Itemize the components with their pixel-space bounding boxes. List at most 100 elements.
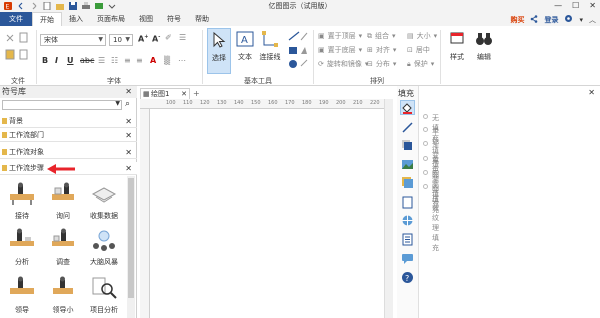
tab-insert[interactable]: 插入 [62, 12, 90, 26]
minimize-button[interactable]: — [554, 1, 562, 10]
font-size-combo[interactable]: 10 ▼ [109, 34, 133, 46]
shape-analysis[interactable]: 分析 [2, 228, 42, 267]
menu-file[interactable]: 文件 [0, 12, 32, 26]
image-icon[interactable] [401, 158, 414, 171]
canvas-scrollbar[interactable] [384, 99, 393, 318]
close-icon[interactable]: ✕ [125, 131, 132, 140]
search-icon[interactable]: ⌕ [125, 99, 130, 109]
bring-front-button[interactable]: ▣ 置于顶层 ▾ [318, 31, 362, 41]
shape-label: 接待 [15, 212, 29, 220]
rotate-flip-button[interactable]: ⟳ 旋转和镜像 ▾ [318, 59, 368, 69]
library-item-label: 背景 [9, 117, 23, 125]
share-icon[interactable] [530, 14, 538, 25]
scrollbar-thumb[interactable] [128, 178, 134, 298]
strikethrough-button[interactable]: abc [80, 56, 94, 65]
line-style-icon[interactable] [401, 121, 414, 134]
close-icon[interactable]: ✕ [125, 148, 132, 157]
edit-button[interactable]: 编辑 [472, 28, 496, 74]
bold-button[interactable]: B [42, 56, 48, 65]
document-icon[interactable] [401, 233, 414, 246]
align-button[interactable]: ⊞ 对齐 ▾ [367, 45, 396, 55]
window-title: 亿图图示（试用版） [268, 2, 332, 10]
chevron-down-icon[interactable]: ▾ [579, 16, 583, 24]
shrink-font-icon[interactable]: A- [152, 34, 160, 44]
group-button[interactable]: ⧉ 组合 ▾ [367, 31, 396, 41]
underline-button[interactable]: U [67, 56, 74, 65]
shadow-icon[interactable] [401, 139, 414, 152]
style-button[interactable]: 样式 [444, 28, 470, 74]
shape-leader[interactable]: 领导 [2, 276, 42, 315]
center-button[interactable]: ⊡ 居中 [407, 45, 430, 55]
brainstorm-shape-icon [93, 230, 115, 251]
fill-bucket-icon[interactable] [400, 100, 415, 115]
globe-icon[interactable] [401, 214, 414, 227]
text-tool-button[interactable]: A 文本 [233, 28, 257, 74]
gear-icon[interactable] [564, 14, 573, 25]
svg-text:A: A [241, 35, 248, 46]
login-link[interactable]: 登录 [544, 15, 558, 25]
align-left-icon[interactable]: ≡ [124, 56, 131, 65]
library-search-input[interactable]: ▼ [2, 100, 122, 110]
shape-brainstorm[interactable]: 大脑风暴 [84, 228, 124, 267]
close-icon[interactable]: ✕ [181, 89, 187, 99]
connector-tool-button[interactable]: 连接线 [256, 28, 284, 74]
shape-reception[interactable]: 接待 [2, 182, 42, 221]
shape-project-analysis[interactable]: 项目分析 [84, 276, 124, 315]
radio-button[interactable] [423, 170, 428, 175]
bullet-list-icon[interactable]: ☰ [98, 56, 105, 65]
font-name-combo[interactable]: 宋体 ▼ [40, 34, 106, 46]
drawing-canvas[interactable] [151, 110, 383, 318]
document-tab[interactable]: ▦ 绘图1 ✕ [140, 88, 190, 99]
distribute-button[interactable]: ⊟ 分布 ▾ [367, 59, 396, 69]
radio-button[interactable] [423, 141, 428, 146]
layers-icon[interactable] [401, 176, 414, 189]
radio-button[interactable] [423, 156, 428, 161]
highlight-icon[interactable]: ▒ [164, 56, 170, 65]
close-icon[interactable]: ✕ [125, 117, 132, 126]
align-center-icon[interactable]: ≡ [136, 56, 143, 65]
clear-format-icon[interactable]: ✐ [165, 33, 172, 42]
buy-link[interactable]: 购买 [510, 15, 524, 25]
page-icon[interactable] [401, 196, 414, 209]
close-icon[interactable]: ✕ [125, 86, 132, 98]
close-icon[interactable]: ✕ [125, 164, 132, 173]
shape-leader-small[interactable]: 领导小 [43, 276, 83, 315]
library-item-background[interactable]: 背景 ✕ [0, 115, 137, 128]
tab-symbols[interactable]: 符号 [160, 12, 188, 26]
numbered-list-icon[interactable]: ☷ [111, 56, 118, 65]
ruler-tick: 210 [353, 100, 363, 106]
chevron-down-icon: ▼ [125, 36, 130, 43]
distribute-icon: ⊟ [367, 60, 373, 68]
shape-collect-data[interactable]: 收集数据 [84, 182, 124, 221]
library-scrollbar[interactable] [127, 176, 135, 318]
comment-icon[interactable] [401, 252, 414, 265]
font-color-icon[interactable]: A [150, 56, 156, 65]
library-item-workflow-objects[interactable]: 工作流对象 ✕ [0, 146, 137, 159]
new-tab-icon[interactable]: + [193, 89, 200, 98]
tab-view[interactable]: 视图 [132, 12, 160, 26]
ribbon-collapse-icon[interactable]: ︿ [589, 15, 596, 25]
protect-button[interactable]: 🔒︎ 保护 ▾ [407, 59, 434, 69]
radio-button[interactable] [423, 127, 428, 132]
send-back-button[interactable]: ▣ 置于底层 ▾ [318, 45, 362, 55]
line-spacing-icon[interactable]: ☰ [179, 33, 186, 42]
library-item-label: 工作流对象 [9, 148, 44, 156]
library-item-workflow-departments[interactable]: 工作流部门 ✕ [0, 129, 137, 142]
grow-font-icon[interactable]: A+ [138, 34, 148, 44]
italic-button[interactable]: I [55, 56, 58, 65]
select-tool-button[interactable]: 选择 [207, 28, 231, 74]
close-icon[interactable]: ✕ [588, 88, 595, 97]
size-button[interactable]: ▤ 大小 ▾ [407, 31, 437, 41]
close-button[interactable]: ✕ [589, 1, 596, 10]
radio-button[interactable] [423, 114, 428, 119]
tab-page-layout[interactable]: 页面布局 [90, 12, 132, 26]
tab-home[interactable]: 开始 [32, 12, 62, 26]
maximize-button[interactable]: ☐ [572, 1, 579, 10]
shape-inquiry[interactable]: 询问 [43, 182, 83, 221]
shape-survey[interactable]: 调查 [43, 228, 83, 267]
more-icon[interactable]: ⋯ [178, 56, 186, 65]
help-icon[interactable]: ? [401, 271, 414, 284]
radio-button[interactable] [423, 184, 428, 189]
select-tool-label: 选择 [212, 54, 226, 62]
tab-help[interactable]: 帮助 [188, 12, 216, 26]
